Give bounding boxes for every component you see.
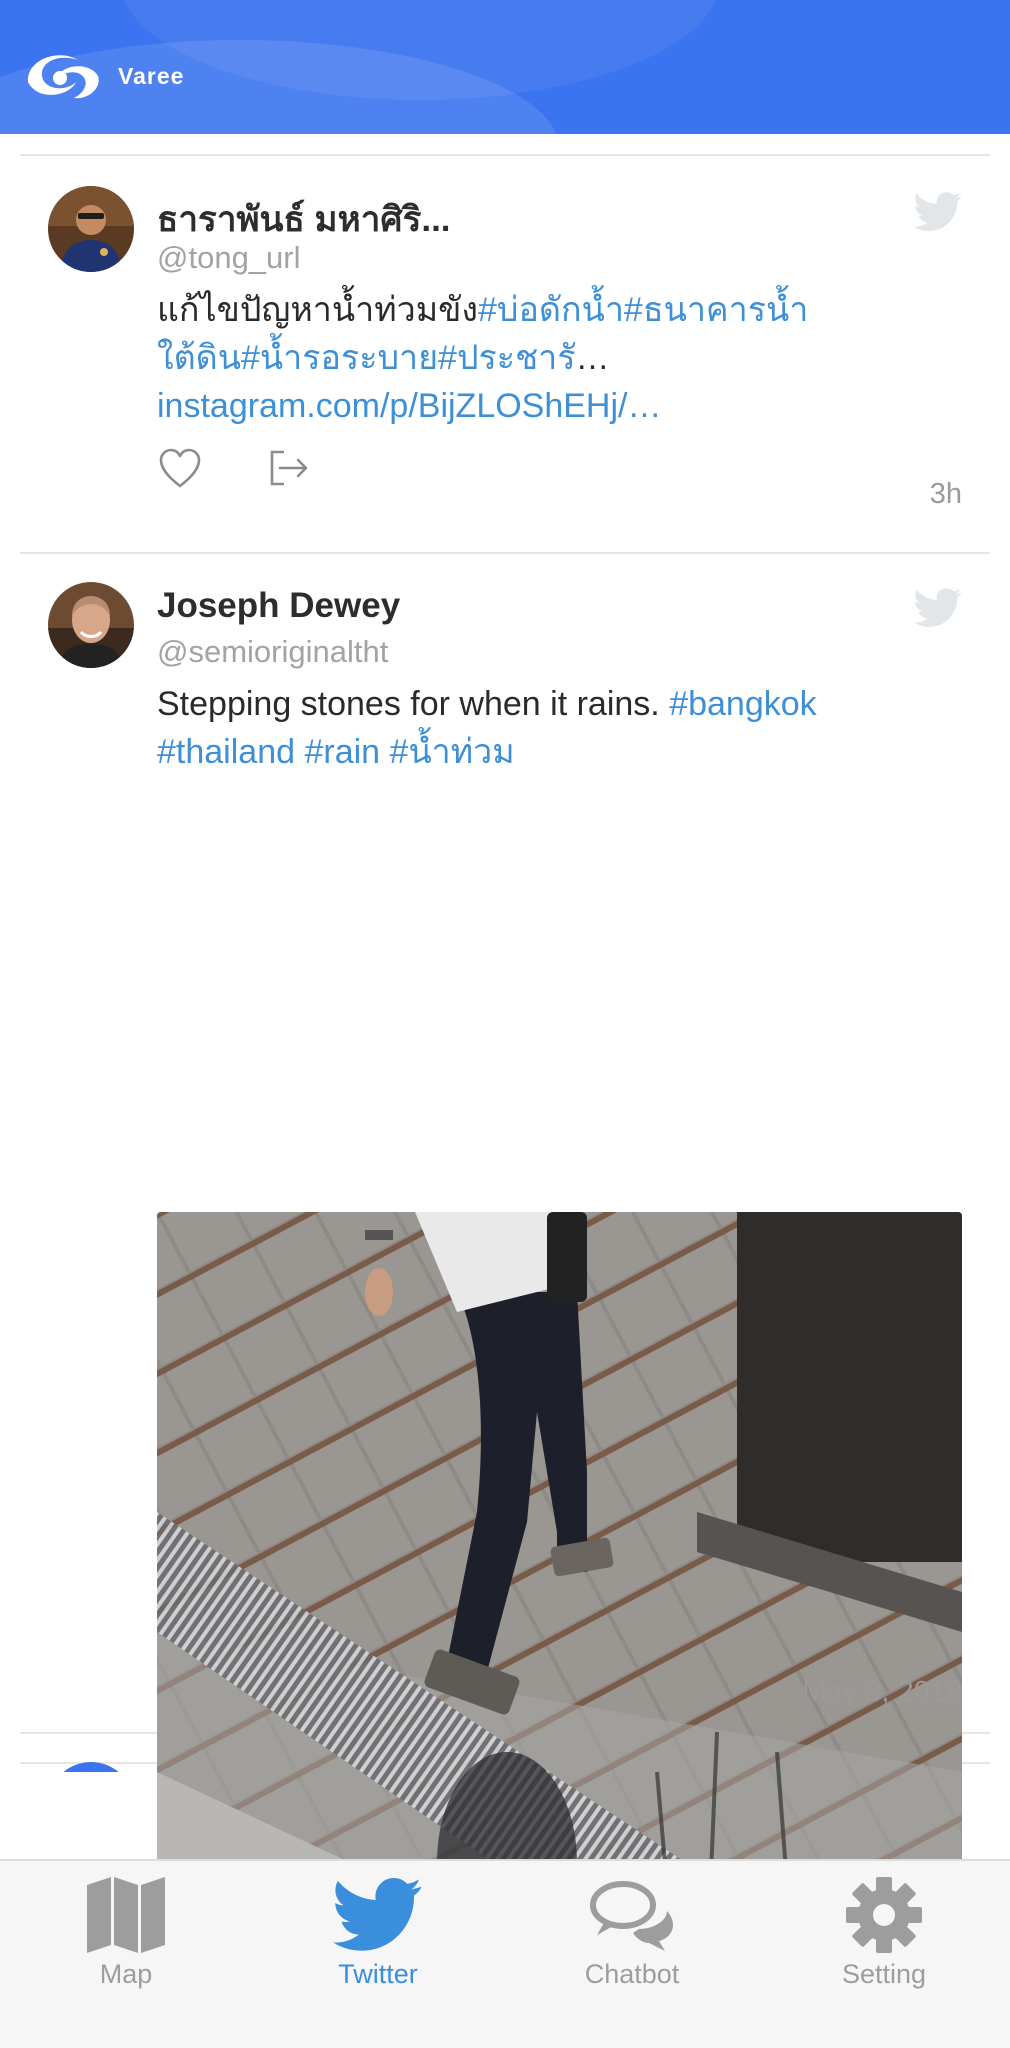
twitter-icon [914,588,962,627]
tab-setting[interactable]: Setting [794,1875,974,2025]
brand-logo[interactable]: Varee [18,46,184,106]
map-icon [87,1877,165,1953]
tweet-card[interactable]: ธาราพันธ์ มหาศิริ... @tong_url แก้ไขปัญห… [20,156,990,552]
tab-chatbot[interactable]: Chatbot [542,1875,722,2025]
hashtag-link[interactable]: #น้ำท่วม [390,733,515,771]
tab-label: Setting [841,1959,927,1989]
hashtag-link[interactable]: #บ่อดักน้ำ#ธนาคารน้ำ [478,291,808,329]
hashtag-link[interactable]: #rain [304,733,380,771]
brand-name: Varee [118,62,185,89]
chat-bubbles-icon [590,1881,673,1951]
bottom-tab-bar: Map Twitter Chatbot Setting [0,1859,1010,2048]
twitter-bird-icon [333,1877,422,1951]
tweet-author-name[interactable]: ธาราพันธ์ มหาศิริ... [157,192,451,247]
tweet-timestamp: May 8, 2018 [802,1676,962,1708]
avatar[interactable] [48,1762,134,1772]
twitter-icon [914,192,962,231]
hashtag-link[interactable]: ใต้ดิน#น้ำรอระบาย#ประชารั [157,339,576,377]
tweet-author-handle[interactable]: @semioriginaltht [157,634,388,670]
avatar[interactable] [48,186,134,272]
gear-icon [846,1877,922,1953]
tweet-author-name[interactable]: Joseph Dewey [157,586,400,626]
hashtag-link[interactable]: #thailand [157,733,295,771]
tweet-text: แก้ไขปัญหาน้ำท่วมขัง#บ่อดักน้ำ#ธนาคารน้ำ… [157,286,947,430]
like-heart-icon[interactable] [157,446,203,490]
tab-twitter[interactable]: Twitter [288,1875,468,2025]
tweet-text: Stepping stones for when it rains. #bang… [157,680,947,776]
tweet-url-link[interactable]: instagram.com/p/BijZLOShEHj/… [157,387,662,425]
tweet-author-handle[interactable]: @tong_url [157,240,301,276]
tweet-text-ellipsis: … [575,339,610,377]
share-icon[interactable] [266,446,312,490]
avatar[interactable] [48,582,134,668]
tweet-text-plain: แก้ไขปัญหาน้ำท่วมขัง [157,291,478,329]
tab-label: Map [99,1959,153,1989]
app-header: Varee [0,0,1010,134]
tweet-timestamp: 3h [929,478,962,510]
tab-label: Chatbot [584,1959,680,1989]
varee-logo-icon [27,55,99,99]
tweet-card[interactable]: Joseph Dewey @semioriginaltht Stepping s… [20,554,990,2016]
hashtag-link[interactable]: #bangkok [669,685,816,723]
tab-map[interactable]: Map [36,1875,216,2025]
tweet-text-plain: Stepping stones for when it rains. [157,685,660,723]
tweet-feed[interactable]: ธาราพันธ์ มหาศิริ... @tong_url แก้ไขปัญห… [20,154,990,2016]
tab-label: Twitter [338,1959,418,1989]
